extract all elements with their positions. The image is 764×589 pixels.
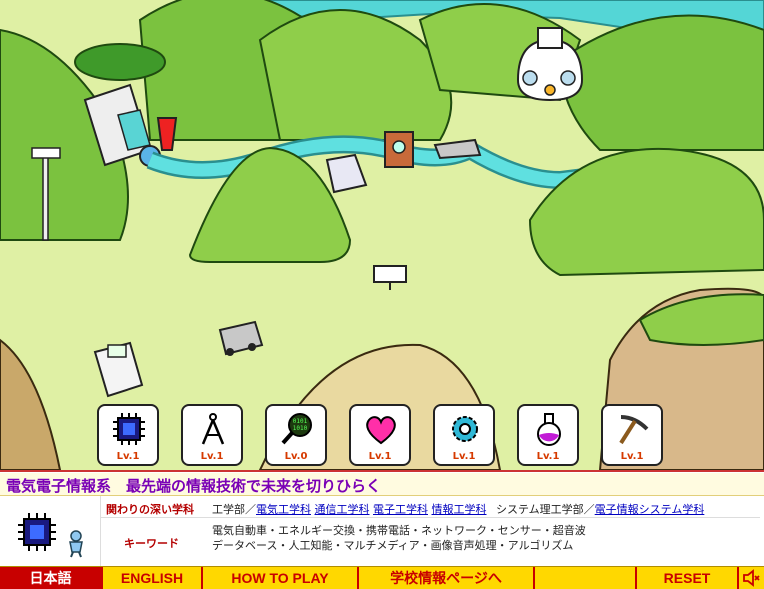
speaker-mute-icon[interactable]: [742, 569, 760, 587]
level-card-electronics[interactable]: Lv.1: [97, 404, 159, 466]
level-card-design[interactable]: Lv.1: [181, 404, 243, 466]
divider: [100, 517, 760, 518]
flask-icon: [537, 413, 561, 446]
level-label: Lv.1: [116, 451, 140, 462]
level-card-life[interactable]: Lv.1: [349, 404, 411, 466]
info-panel: 電気電子情報系 最先端の情報技術で未来を切りひらく 関わりの深い学科 工学部／電…: [0, 470, 764, 568]
pickaxe-icon: [619, 415, 649, 445]
keywords-line-1: 電気自動車・エネルギー交換・携帯電話・ネットワーク・センサー・超音波: [212, 524, 586, 537]
department-link-electronics[interactable]: 電子工学科: [373, 503, 428, 516]
compass-icon: [201, 413, 225, 445]
faculty-engineering: 工学部／: [212, 503, 256, 516]
english-language-button[interactable]: ENGLISH: [103, 567, 203, 589]
heart-icon: [366, 416, 396, 445]
world-map: Lv.1 Lv.1 0101 1010 Lv.0 Lv.1 Lv.1 Lv.1 …: [0, 0, 764, 470]
level-card-chemistry[interactable]: Lv.1: [517, 404, 579, 466]
info-title-bar: 電気電子情報系 最先端の情報技術で未来を切りひらく: [0, 473, 764, 496]
divider: [100, 496, 101, 566]
reset-button[interactable]: RESET: [637, 567, 739, 589]
school-info-button[interactable]: 学校情報ページへ: [359, 567, 535, 589]
gear-icon: [452, 416, 478, 442]
level-card-row: Lv.1 Lv.1 0101 1010 Lv.0 Lv.1 Lv.1 Lv.1 …: [97, 404, 677, 468]
keyword-label: キーワード: [124, 537, 179, 550]
info-title: 電気電子情報系 最先端の情報技術で未来を切りひらく: [6, 477, 382, 495]
blank-nav-slot: [535, 567, 637, 589]
cpu-chip-icon: [18, 513, 56, 551]
level-label: Lv.1: [200, 451, 224, 462]
level-label: Lv.1: [536, 451, 560, 462]
svg-text:1010: 1010: [293, 425, 308, 432]
keywords-line-2: データベース・人工知能・マルチメディア・画像音声処理・アルゴリズム: [212, 539, 574, 552]
bottom-nav: 日本語 ENGLISH HOW TO PLAY 学校情報ページへ RESET: [0, 566, 764, 589]
department-link-communication[interactable]: 通信工学科: [315, 503, 370, 516]
how-to-play-button[interactable]: HOW TO PLAY: [203, 567, 359, 589]
svg-text:0101: 0101: [293, 418, 308, 425]
level-label: Lv.1: [620, 451, 644, 462]
japanese-language-button[interactable]: 日本語: [0, 567, 103, 589]
level-card-data[interactable]: 0101 1010 Lv.0: [265, 404, 327, 466]
faculty-systems: システム理工学部／: [496, 503, 595, 516]
student-avatar-icon: [69, 530, 83, 558]
level-card-mechanical[interactable]: Lv.1: [433, 404, 495, 466]
cpu-chip-icon: [113, 413, 145, 445]
magnifier-binary-icon: 0101 1010: [281, 413, 312, 445]
related-departments: 工学部／電気工学科 通信工学科 電子工学科 情報工学科 システム理工学部／電子情…: [212, 501, 704, 517]
related-label: 関わりの深い学科: [106, 503, 194, 516]
department-link-electrical[interactable]: 電気工学科: [256, 503, 311, 516]
level-label: Lv.1: [452, 451, 476, 462]
level-label: Lv.1: [368, 451, 392, 462]
department-link-electronic-info-systems[interactable]: 電子情報システム学科: [595, 503, 705, 516]
level-card-civil[interactable]: Lv.1: [601, 404, 663, 466]
level-label: Lv.0: [284, 451, 308, 462]
department-link-information[interactable]: 情報工学科: [432, 503, 487, 516]
